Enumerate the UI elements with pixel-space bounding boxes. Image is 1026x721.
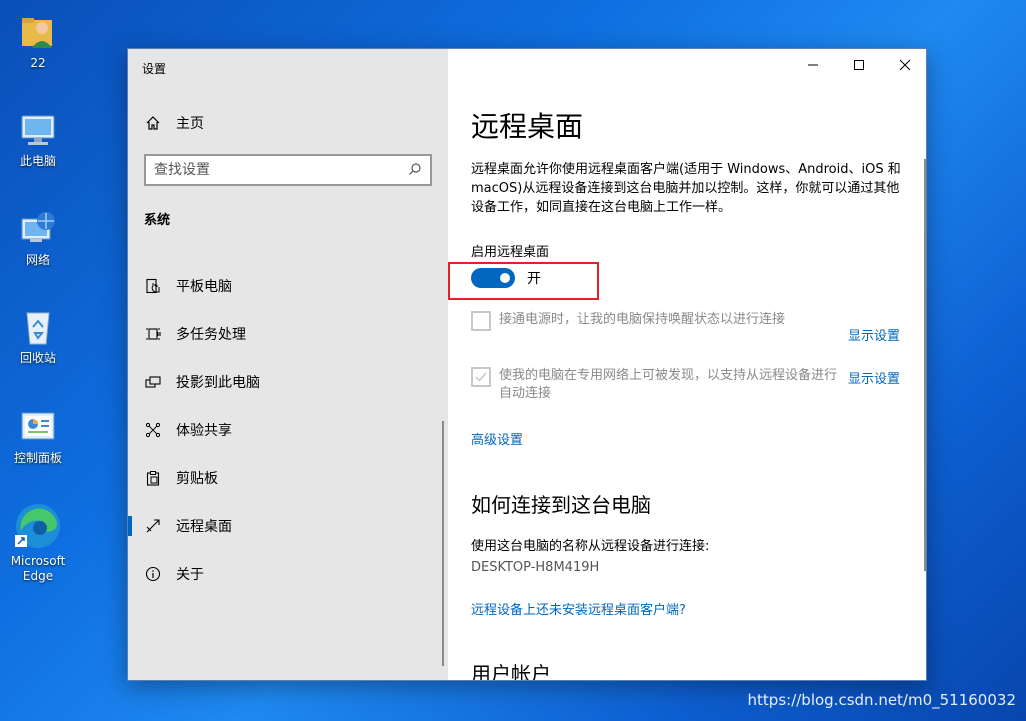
desktop-icon-label: 网络 <box>25 253 50 267</box>
checkmark-icon <box>475 372 487 382</box>
sidebar-item-share[interactable]: 体验共享 <box>128 410 448 450</box>
desktop-icon-recycle-bin[interactable]: 回收站 <box>6 305 70 366</box>
sidebar-item-remote-desktop[interactable]: 远程桌面 <box>128 506 448 546</box>
discoverable-checkbox[interactable] <box>471 367 491 387</box>
keep-awake-option[interactable]: 接通电源时，让我的电脑保持唤醒状态以进行连接 <box>471 311 837 331</box>
desktop-icon-edge[interactable]: Microsoft Edge <box>6 500 70 584</box>
maximize-icon <box>854 60 864 70</box>
desktop-icon-label: 回收站 <box>19 351 56 365</box>
computer-icon <box>16 108 60 152</box>
enable-label: 启用远程桌面 <box>471 245 550 260</box>
discoverable-option[interactable]: 使我的电脑在专用网络上可被发现，以支持从远程设备进行自动连接 <box>471 367 837 403</box>
user-folder-icon <box>16 10 60 54</box>
how-to-text: 使用这台电脑的名称从远程设备进行连接: <box>471 539 710 554</box>
maximize-button[interactable] <box>836 49 882 81</box>
discoverable-label: 使我的电脑在专用网络上可被发现，以支持从远程设备进行自动连接 <box>499 368 838 401</box>
keep-awake-checkbox[interactable] <box>471 311 491 331</box>
sidebar-item-label: 体验共享 <box>176 423 232 439</box>
sidebar-item-about[interactable]: 关于 <box>128 554 448 594</box>
sidebar-home[interactable]: 主页 <box>144 113 204 133</box>
advanced-settings-link[interactable]: 高级设置 <box>471 429 523 448</box>
show-settings-link-1[interactable]: 显示设置 <box>848 325 900 344</box>
sidebar-item-tablet[interactable]: 平板电脑 <box>128 266 448 306</box>
desktop-icon-label: 此电脑 <box>19 154 56 168</box>
sidebar-item-multitask[interactable]: 多任务处理 <box>128 314 448 354</box>
sidebar-item-label: 多任务处理 <box>176 327 246 343</box>
sidebar-item-label: 平板电脑 <box>176 279 232 295</box>
desktop-icon-this-pc[interactable]: 此电脑 <box>6 108 70 169</box>
sidebar-scrollbar[interactable] <box>442 421 444 666</box>
desktop-icon-label: 22 <box>30 56 46 70</box>
main-scrollbar[interactable] <box>924 159 926 571</box>
recycle-bin-icon <box>16 305 60 349</box>
edge-icon <box>12 500 64 552</box>
search-box[interactable] <box>144 154 432 186</box>
home-icon <box>144 114 162 132</box>
sidebar-item-label: 远程桌面 <box>176 519 232 535</box>
user-accounts-heading: 用户帐户 <box>471 662 551 681</box>
page-description: 远程桌面允许你使用远程桌面客户端(适用于 Windows、Android、iOS… <box>471 162 901 215</box>
desktop-icon-label: Microsoft Edge <box>10 554 66 583</box>
sidebar: 设置 主页 系统 平板电脑 多任务处理 <box>128 49 448 680</box>
minimize-icon <box>808 64 818 66</box>
desktop-icon-folder-22[interactable]: 22 <box>6 10 70 71</box>
how-to-heading: 如何连接到这台电脑 <box>471 493 651 517</box>
multitask-icon <box>144 325 162 343</box>
show-settings-link-2[interactable]: 显示设置 <box>848 368 900 387</box>
project-icon <box>144 373 162 391</box>
section-heading: 系统 <box>144 213 171 228</box>
control-panel-icon <box>16 405 60 449</box>
search-input[interactable] <box>154 162 408 178</box>
close-icon <box>899 59 911 71</box>
network-icon <box>16 207 60 251</box>
sidebar-item-label: 剪贴板 <box>176 471 218 487</box>
clipboard-icon <box>144 469 162 487</box>
pc-name: DESKTOP-H8M419H <box>471 560 600 575</box>
keep-awake-label: 接通电源时，让我的电脑保持唤醒状态以进行连接 <box>499 312 786 327</box>
desktop-icon-label: 控制面板 <box>13 451 62 465</box>
minimize-button[interactable] <box>790 49 836 81</box>
share-icon <box>144 421 162 439</box>
sidebar-item-project[interactable]: 投影到此电脑 <box>128 362 448 402</box>
close-button[interactable] <box>882 49 926 81</box>
settings-window: 设置 主页 系统 平板电脑 多任务处理 <box>127 48 927 681</box>
tablet-icon <box>144 277 162 295</box>
watermark: https://blog.csdn.net/m0_51160032 <box>747 691 1016 709</box>
sidebar-item-label: 投影到此电脑 <box>176 375 260 391</box>
window-title: 设置 <box>142 62 167 76</box>
page-title: 远程桌面 <box>471 110 584 143</box>
window-controls <box>790 49 926 81</box>
sidebar-home-label: 主页 <box>176 116 204 132</box>
highlight-box <box>448 262 599 300</box>
sidebar-item-clipboard[interactable]: 剪贴板 <box>128 458 448 498</box>
desktop-icon-network[interactable]: 网络 <box>6 207 70 268</box>
remote-desktop-icon <box>144 517 162 535</box>
info-icon <box>144 565 162 583</box>
desktop-icon-control-panel[interactable]: 控制面板 <box>6 405 70 466</box>
no-client-link[interactable]: 远程设备上还未安装远程桌面客户端? <box>471 599 686 618</box>
main-pane: 远程桌面 远程桌面允许你使用远程桌面客户端(适用于 Windows、Androi… <box>448 49 926 681</box>
search-icon[interactable] <box>408 161 422 180</box>
sidebar-item-label: 关于 <box>176 567 204 583</box>
